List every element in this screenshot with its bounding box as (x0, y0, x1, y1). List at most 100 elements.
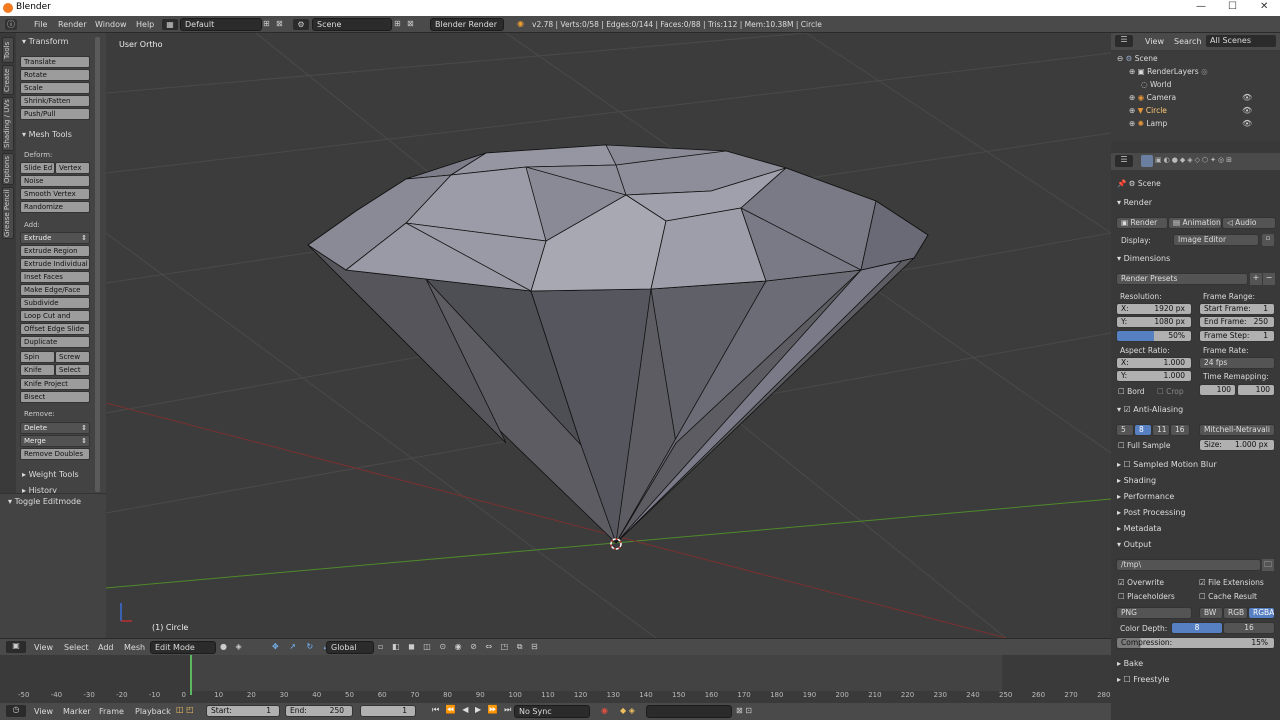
transform-panel-header[interactable]: ▾ Transform (22, 37, 68, 46)
view3d-menu-view[interactable]: View (34, 643, 53, 652)
aa-samples-16[interactable]: 16 (1170, 424, 1190, 436)
tab-tools[interactable]: Tools (2, 37, 14, 63)
frame-step-field[interactable]: Frame Step: 1 (1199, 330, 1275, 342)
knife-project-button[interactable]: Knife Project (20, 378, 90, 390)
scale-button[interactable]: Scale (20, 82, 90, 94)
playback-controls-icons[interactable]: ⏮ ⏪ ◀ ▶ ⏩ ⏭ (432, 705, 513, 715)
folder-icon[interactable]: 🗀 (1262, 559, 1274, 571)
view3d-menu-add[interactable]: Add (98, 643, 114, 652)
sync-mode-select[interactable]: No Sync (514, 705, 590, 718)
start-frame-field[interactable]: Start Frame: 1 (1199, 303, 1275, 315)
smooth-vertex-button[interactable]: Smooth Vertex (20, 188, 90, 200)
maximize-button[interactable]: ☐ (1228, 1, 1237, 12)
file-extensions-checkbox[interactable]: ☑ File Extensions (1199, 578, 1264, 587)
outliner-editor-icon[interactable]: ☰ (1115, 35, 1133, 47)
camera-visibility-eye-icon[interactable]: 👁 (1242, 93, 1252, 102)
auto-keying-icon[interactable]: ◉ (601, 706, 608, 715)
outliner-item-lamp[interactable]: ⊕ ✺ Lamp (1129, 119, 1167, 128)
render-animation-button[interactable]: ▤ Animation (1168, 217, 1222, 229)
property-tabs-icons[interactable]: ▣◐●◆◈◇⬡✦◎⊞ (1155, 156, 1234, 164)
resolution-percentage-slider[interactable]: 50% (1116, 330, 1192, 342)
add-scene-icon[interactable]: ⊞ (394, 19, 401, 28)
circle-visibility-eye-icon[interactable]: 👁 (1242, 106, 1252, 115)
color-bw-button[interactable]: BW (1199, 607, 1223, 619)
merge-menu[interactable]: Merge ⇕ (20, 435, 90, 447)
lock-interface-icon[interactable]: ▫ (1262, 234, 1274, 246)
menu-window[interactable]: Window (95, 20, 127, 29)
performance-panel-header[interactable]: ▸ Performance (1117, 492, 1174, 501)
remap-old-field[interactable]: 100 (1199, 384, 1236, 396)
aspect-y-field[interactable]: Y: 1.000 (1116, 370, 1192, 382)
toolshelf-scrollbar[interactable] (95, 37, 100, 492)
remove-preset-icon[interactable]: − (1263, 273, 1275, 285)
screw-button[interactable]: Screw (55, 351, 90, 363)
tab-shading-uvs[interactable]: Shading / UVs (2, 97, 14, 151)
loop-cut-slide-button[interactable]: Loop Cut and Slide (20, 310, 90, 330)
remove-doubles-button[interactable]: Remove Doubles (20, 448, 90, 460)
pin-icon[interactable]: 📌 (1117, 179, 1126, 188)
aspect-x-field[interactable]: X: 1.000 (1116, 357, 1192, 369)
layout-field[interactable]: Default (180, 18, 262, 31)
timeline-editor-icon[interactable]: ◷ (6, 705, 26, 717)
filter-size-field[interactable]: Size: 1.000 px (1199, 439, 1275, 451)
dimensions-panel-header[interactable]: ▾ Dimensions (1117, 254, 1170, 263)
menu-help[interactable]: Help (136, 20, 154, 29)
scene-icon[interactable]: ⚙ (293, 19, 309, 30)
properties-editor-icon[interactable]: ☰ (1115, 155, 1133, 167)
noise-button[interactable]: Noise (20, 175, 90, 187)
inset-faces-button[interactable]: Inset Faces (20, 271, 90, 283)
menu-render[interactable]: Render (58, 20, 86, 29)
output-panel-header[interactable]: ▾ Output (1117, 540, 1151, 549)
randomize-button[interactable]: Randomize (20, 201, 90, 213)
timeline-area[interactable]: -50 -40 -30 -20 -10 0 10 20 30 40 50 60 70 80 90 100 110… (0, 655, 1111, 703)
weight-tools-header[interactable]: ▸ Weight Tools (22, 470, 79, 479)
bake-panel-header[interactable]: ▸ Bake (1117, 659, 1143, 668)
slide-edge-button[interactable]: Slide Ed (20, 162, 55, 174)
manipulator-icons[interactable]: ✥ ↗ ↻ ⤢ (272, 642, 334, 652)
extrude-menu[interactable]: Extrude ⇕ (20, 232, 90, 244)
current-frame-indicator[interactable] (190, 655, 192, 695)
minimize-button[interactable]: — (1196, 1, 1206, 12)
close-button[interactable]: ✕ (1260, 1, 1268, 12)
timeline-menu-marker[interactable]: Marker (63, 707, 91, 716)
remove-scene-icon[interactable]: ⊠ (407, 19, 414, 28)
start-frame-input[interactable]: Start: 1 (206, 705, 280, 717)
mesh-tools-panel-header[interactable]: ▾ Mesh Tools (22, 130, 72, 139)
scene-field[interactable]: Scene (312, 18, 392, 31)
outliner-item-world[interactable]: ◌ World (1141, 80, 1171, 89)
delete-menu[interactable]: Delete ⇕ (20, 422, 90, 434)
aa-samples-5[interactable]: 5 (1116, 424, 1134, 436)
overwrite-checkbox[interactable]: ☑ Overwrite (1118, 578, 1164, 587)
add-preset-icon[interactable]: + (1250, 273, 1262, 285)
add-layout-icon[interactable]: ⊞ (263, 19, 270, 28)
outliner-search-menu[interactable]: Search (1174, 37, 1201, 46)
color-rgb-button[interactable]: RGB (1223, 607, 1248, 619)
rotate-button[interactable]: Rotate (20, 69, 90, 81)
toggle-editmode-header[interactable]: ▾ Toggle Editmode (8, 497, 81, 506)
timeline-menu-playback[interactable]: Playback (135, 707, 171, 716)
end-frame-field[interactable]: End Frame: 250 (1199, 316, 1275, 328)
knife-select-button[interactable]: Select (55, 364, 90, 376)
push-pull-button[interactable]: Push/Pull (20, 108, 90, 120)
render-audio-button[interactable]: ◁ Audio (1222, 217, 1276, 229)
translate-button[interactable]: Translate (20, 56, 90, 68)
anti-aliasing-panel-header[interactable]: ▾ ☑ Anti-Aliasing (1117, 405, 1183, 414)
aa-samples-11[interactable]: 11 (1152, 424, 1170, 436)
full-sample-checkbox[interactable]: ☐ Full Sample (1118, 441, 1170, 450)
metadata-panel-header[interactable]: ▸ Metadata (1117, 524, 1161, 533)
output-path-field[interactable]: /tmp\ (1116, 559, 1261, 571)
depth-8-button[interactable]: 8 (1171, 622, 1223, 634)
remap-new-field[interactable]: 100 (1237, 384, 1275, 396)
view3d-menu-select[interactable]: Select (64, 643, 89, 652)
3d-view-editor-icon[interactable]: ▣ (6, 641, 26, 653)
resolution-y-field[interactable]: Y: 1080 px (1116, 316, 1192, 328)
lamp-visibility-eye-icon[interactable]: 👁 (1242, 119, 1252, 128)
compression-slider[interactable]: Compression: 15% (1116, 637, 1275, 649)
offset-edge-slide-button[interactable]: Offset Edge Slide (20, 323, 90, 335)
outliner-view-menu[interactable]: View (1145, 37, 1164, 46)
display-select[interactable]: Image Editor (1173, 234, 1259, 246)
depth-16-button[interactable]: 16 (1223, 622, 1275, 634)
remove-layout-icon[interactable]: ⊠ (276, 19, 283, 28)
placeholders-checkbox[interactable]: ☐ Placeholders (1118, 592, 1175, 601)
layout-icon[interactable]: ▦ (162, 19, 178, 30)
